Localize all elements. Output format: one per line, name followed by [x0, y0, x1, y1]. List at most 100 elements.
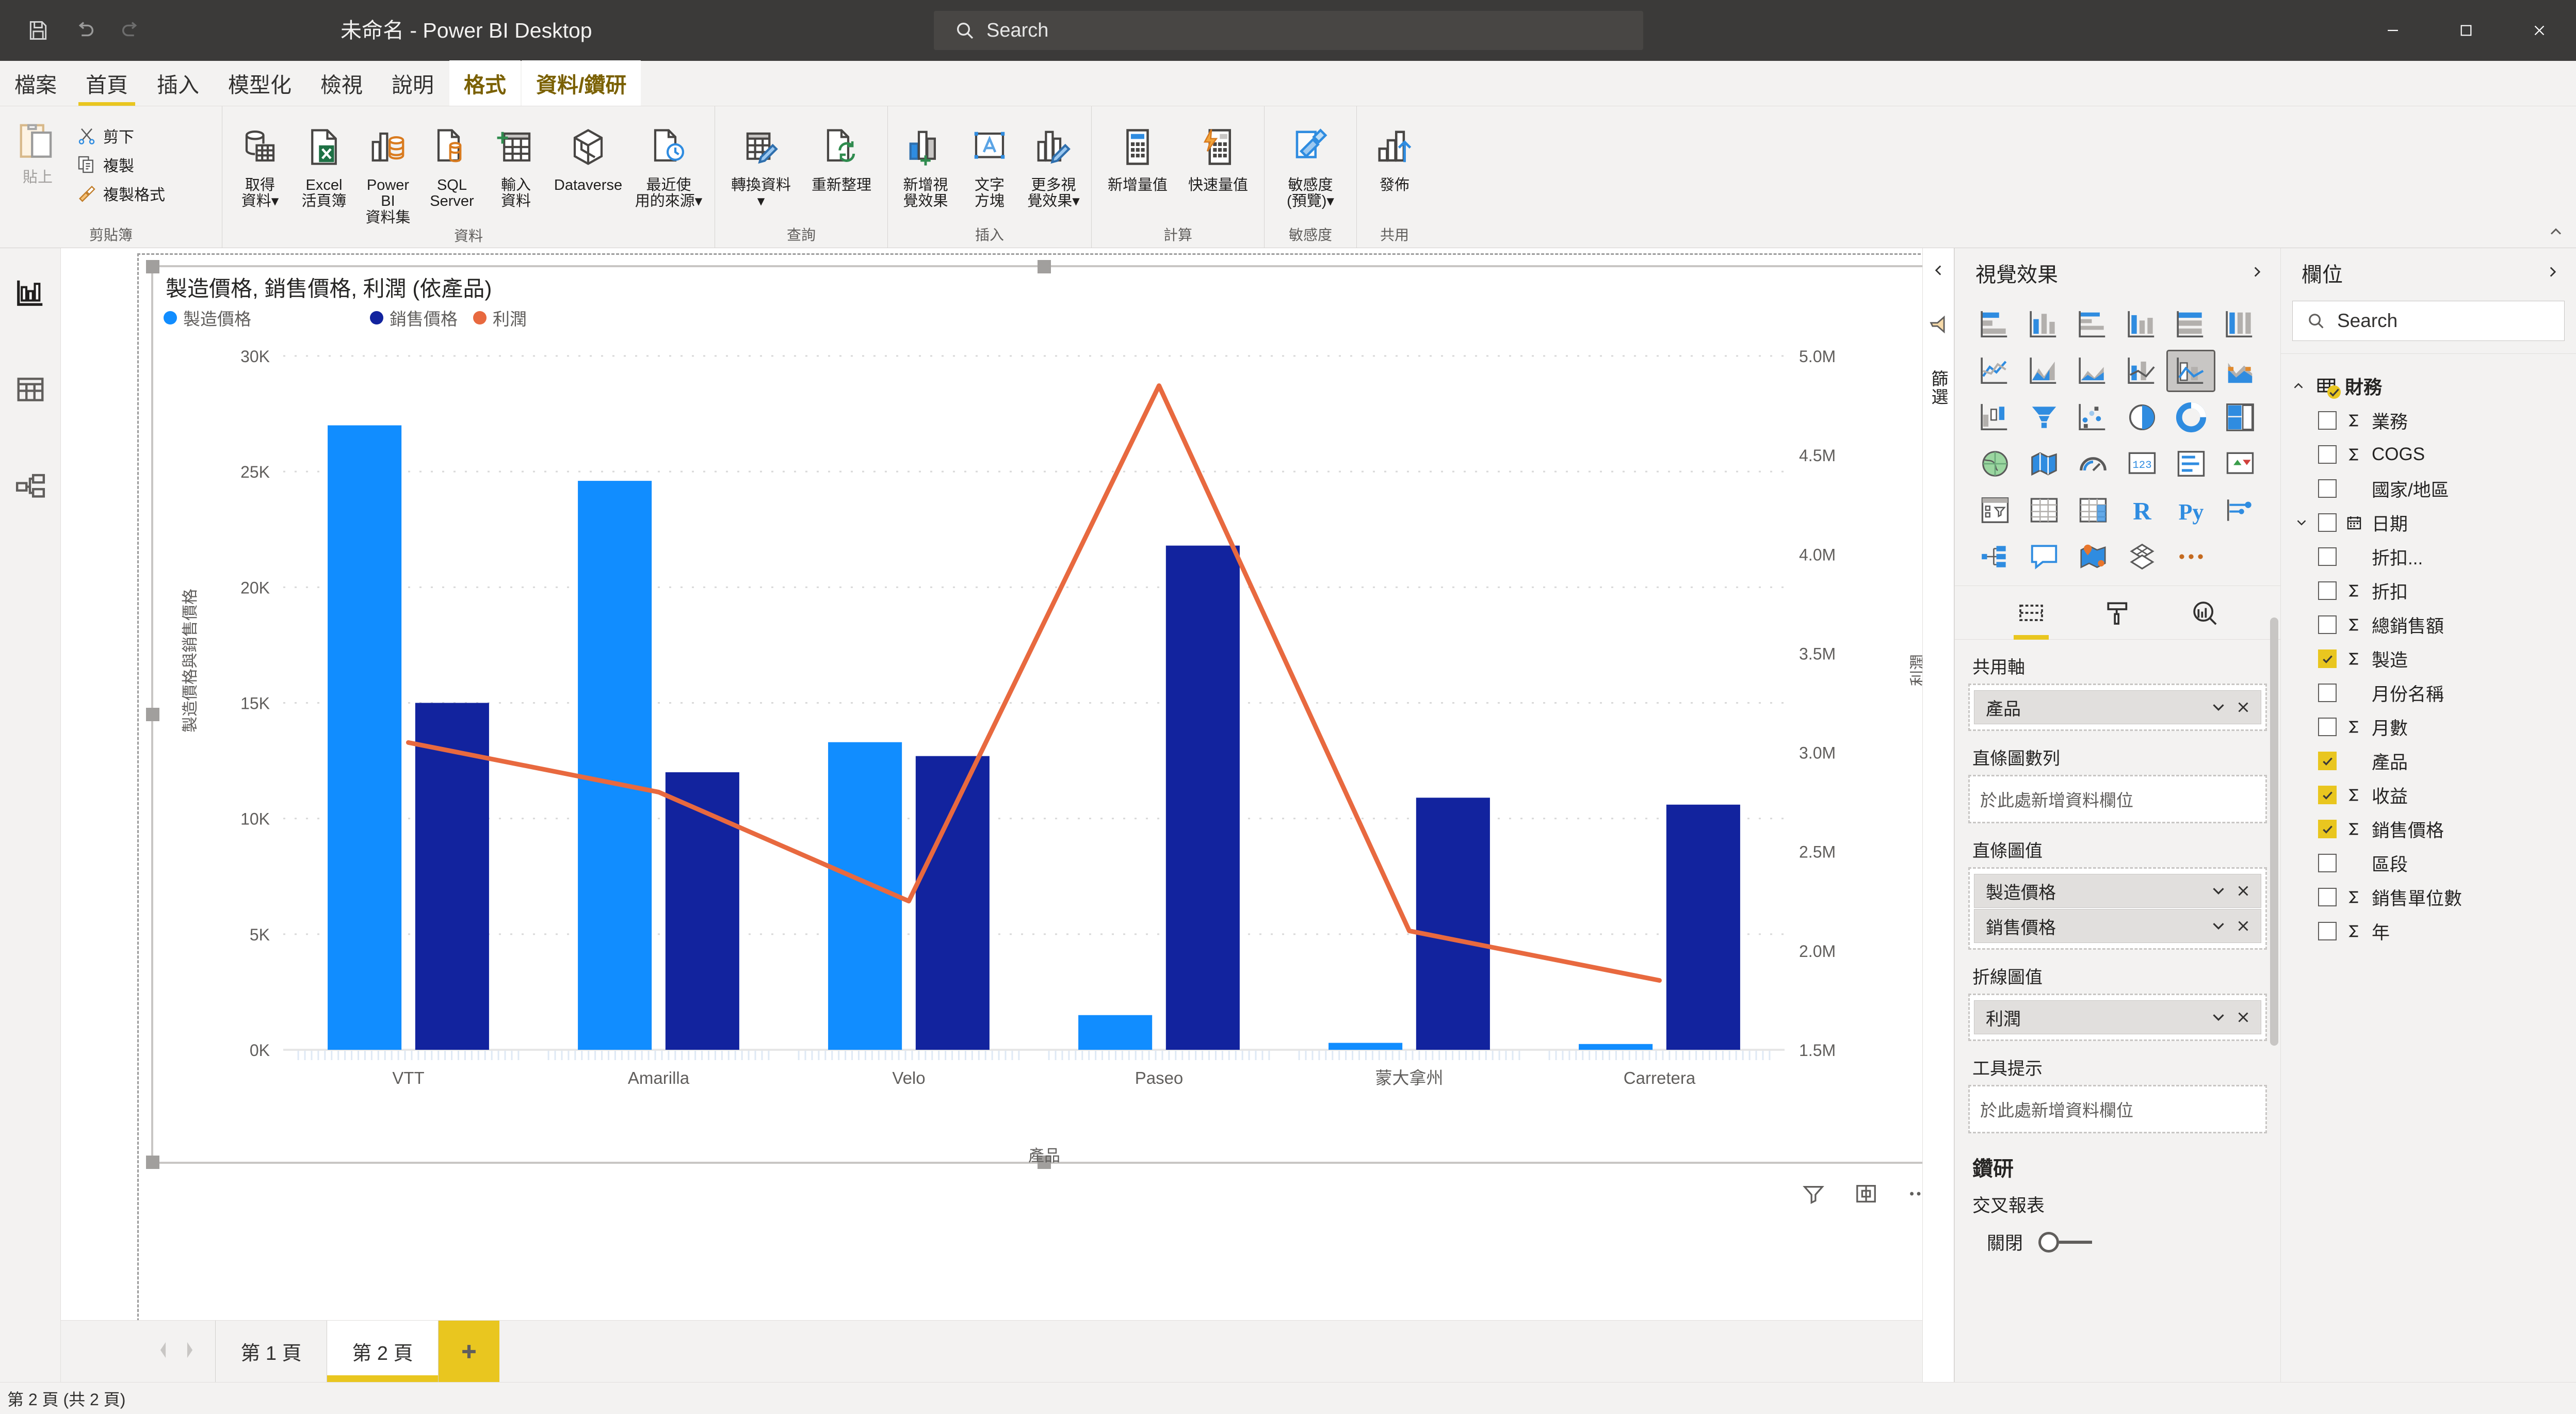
field-checkbox[interactable]: [2318, 786, 2337, 804]
recent-sources-button[interactable]: 最近使 用的來源▾: [630, 115, 707, 210]
visual-type-gauge-visual[interactable]: [2070, 444, 2116, 483]
field-checkbox[interactable]: [2318, 854, 2337, 872]
field-item-總銷售額[interactable]: 總銷售額: [2281, 608, 2576, 642]
visual-type-stacked-bar-chart[interactable]: [1972, 305, 2018, 344]
page-tab-2[interactable]: 第 2 頁: [327, 1321, 439, 1382]
chevron-up-icon[interactable]: [2289, 378, 2308, 394]
redo-icon[interactable]: [117, 16, 145, 45]
sql-server-button[interactable]: SQL Server: [422, 115, 482, 210]
visual-type-qna-visual[interactable]: [2021, 537, 2067, 576]
visual-type-clustered-bar-chart[interactable]: [2070, 305, 2116, 344]
dataverse-button[interactable]: Dataverse: [549, 115, 627, 193]
field-checkbox[interactable]: [2318, 445, 2337, 464]
visual-type-paginated-report-visual[interactable]: [2119, 537, 2165, 576]
chevron-down-icon[interactable]: [2206, 879, 2231, 903]
field-item-國家/地區[interactable]: 國家/地區: [2281, 472, 2576, 506]
field-item-年[interactable]: 年: [2281, 914, 2576, 948]
field-checkbox[interactable]: [2318, 820, 2337, 838]
more-options-icon[interactable]: [1904, 1179, 1922, 1208]
visual-type-scatter-chart[interactable]: [2070, 398, 2116, 437]
field-chip-製造價格[interactable]: 製造價格: [1974, 874, 2261, 908]
field-checkbox[interactable]: [2318, 922, 2337, 940]
visual-type-hundred-percent-stacked-column-chart[interactable]: [2217, 305, 2263, 344]
field-chip-利潤[interactable]: 利潤: [1974, 1000, 2261, 1034]
visual-type-funnel-chart[interactable]: [2021, 398, 2067, 437]
field-item-收益[interactable]: 收益: [2281, 778, 2576, 812]
visual-type-multi-row-card-visual[interactable]: [2168, 444, 2214, 483]
field-item-區段[interactable]: 區段: [2281, 846, 2576, 880]
visual-type-line-and-clustered-column-chart[interactable]: [2166, 350, 2216, 392]
field-chip-銷售價格[interactable]: 銷售價格: [1974, 909, 2261, 943]
new-visual-button[interactable]: 新增視 覺效果: [895, 115, 956, 210]
undo-icon[interactable]: [70, 16, 99, 45]
visual-type-key-influencers-visual[interactable]: [2217, 491, 2263, 530]
ribbon-tab-data-drill[interactable]: 資料/鑽研: [522, 60, 641, 106]
ribbon-tab-format[interactable]: 格式: [449, 60, 521, 106]
well-dropzone-3[interactable]: 利潤: [1968, 994, 2267, 1041]
chevron-down-icon[interactable]: [2206, 1005, 2231, 1030]
next-page-arrow[interactable]: [183, 1341, 197, 1361]
visual-type-kpi-visual[interactable]: [2217, 444, 2263, 483]
visual-type-filled-map-visual[interactable]: [2021, 444, 2067, 483]
visual-type-line-chart[interactable]: [1972, 351, 2018, 391]
quick-measure-button[interactable]: 快速量值: [1179, 115, 1257, 193]
visual-type-arcgis-map-visual[interactable]: [2070, 537, 2116, 576]
ribbon-tab-insert[interactable]: 插入: [142, 60, 214, 106]
field-item-銷售單位數[interactable]: 銷售單位數: [2281, 880, 2576, 914]
visual-type-ribbon-chart[interactable]: [2217, 351, 2263, 391]
remove-field-icon[interactable]: [2231, 879, 2256, 903]
ribbon-tab-help[interactable]: 說明: [377, 60, 448, 106]
field-checkbox[interactable]: [2318, 615, 2337, 634]
visual-type-stacked-column-chart[interactable]: [2021, 305, 2067, 344]
filter-visual-icon[interactable]: [1799, 1179, 1828, 1208]
excel-workbook-button[interactable]: Excel 活頁簿: [294, 115, 354, 210]
page-tab-1[interactable]: 第 1 頁: [216, 1321, 327, 1382]
field-checkbox[interactable]: [2318, 411, 2337, 430]
visual-type-waterfall-chart[interactable]: [1972, 398, 2018, 437]
field-item-製造[interactable]: 製造: [2281, 642, 2576, 676]
report-page[interactable]: 製造價格, 銷售價格, 利潤 (依產品) 製造價格 銷售價格 利潤 製造價格與銷…: [137, 253, 1922, 1320]
legend-item-manufacturing-price[interactable]: 製造價格: [164, 305, 370, 330]
field-checkbox[interactable]: [2318, 684, 2337, 702]
visual-type-stacked-area-chart[interactable]: [2070, 351, 2116, 391]
publish-button[interactable]: 發佈: [1364, 115, 1425, 193]
field-item-COGS[interactable]: COGS: [2281, 437, 2576, 472]
refresh-button[interactable]: 重新整理: [803, 115, 880, 193]
chevron-down-icon[interactable]: [2292, 515, 2311, 530]
remove-field-icon[interactable]: [2231, 695, 2256, 720]
visual-type-clustered-column-chart[interactable]: [2119, 305, 2165, 344]
field-item-業務[interactable]: 業務: [2281, 403, 2576, 437]
visual-type-donut-chart[interactable]: [2168, 398, 2214, 437]
fields-table-財務[interactable]: 財務: [2281, 368, 2576, 403]
field-item-月數[interactable]: 月數: [2281, 710, 2576, 744]
field-item-日期[interactable]: 日期: [2281, 506, 2576, 540]
powerbi-dataset-button[interactable]: Power BI 資料集: [358, 115, 418, 226]
search-bar[interactable]: Search: [934, 11, 1643, 50]
collapse-ribbon-button[interactable]: [2544, 220, 2568, 243]
field-checkbox[interactable]: [2318, 888, 2337, 906]
well-dropzone-4[interactable]: 於此處新增資料欄位: [1968, 1085, 2267, 1133]
report-view-icon[interactable]: [5, 267, 56, 318]
visual-type-area-chart[interactable]: [2021, 351, 2067, 391]
field-chip-產品[interactable]: 產品: [1974, 690, 2261, 724]
visual-type-pie-chart[interactable]: [2119, 398, 2165, 437]
line-and-clustered-column-visual[interactable]: 製造價格, 銷售價格, 利潤 (依產品) 製造價格 銷售價格 利潤 製造價格與銷…: [146, 260, 1922, 1169]
collapse-visualizations-chevron-icon[interactable]: [2248, 263, 2266, 283]
field-item-折扣...[interactable]: 折扣...: [2281, 540, 2576, 574]
chevron-down-icon[interactable]: [2206, 695, 2231, 720]
visual-type-matrix-visual[interactable]: [2070, 491, 2116, 530]
save-icon[interactable]: [24, 16, 53, 45]
ribbon-tab-home[interactable]: 首頁: [71, 60, 142, 106]
cut-button[interactable]: 剪下: [72, 123, 169, 149]
field-item-月份名稱[interactable]: 月份名稱: [2281, 676, 2576, 710]
expand-filters-chevron-icon[interactable]: [1930, 262, 1947, 282]
visual-type-python-visual[interactable]: Py: [2168, 491, 2214, 530]
visual-type-line-and-stacked-column-chart[interactable]: [2119, 351, 2165, 391]
field-checkbox[interactable]: [2318, 479, 2337, 498]
chart-plot-area[interactable]: 製造價格與銷售價格 利潤 產品 0K 5K 10K 15K 20K 25K 30K 1.5M 2…: [154, 335, 1922, 1165]
field-checkbox[interactable]: [2318, 513, 2337, 532]
text-box-button[interactable]: 文字 方塊: [959, 115, 1020, 210]
format-tab[interactable]: [2096, 591, 2140, 635]
visual-type-map-visual[interactable]: [1972, 444, 2018, 483]
ribbon-tab-view[interactable]: 檢視: [306, 60, 377, 106]
